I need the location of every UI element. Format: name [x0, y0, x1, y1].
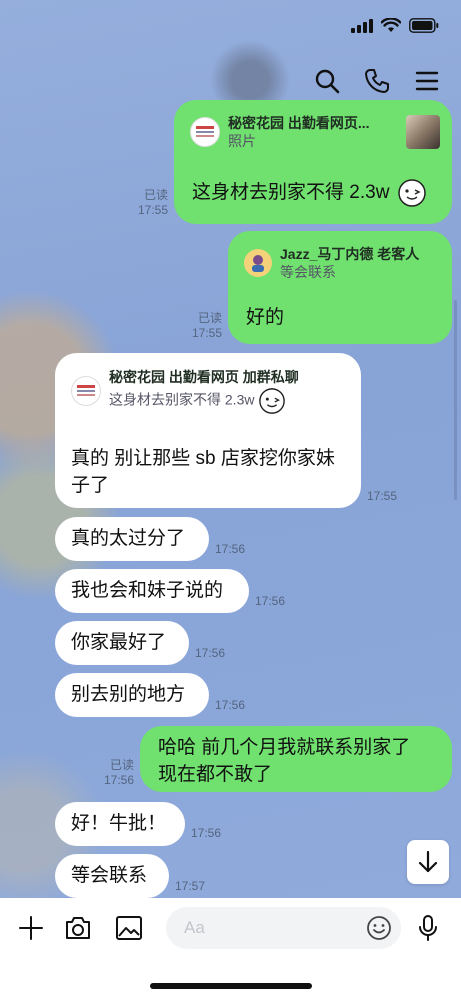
message-meta: 已读 17:55 — [128, 188, 168, 218]
message-time: 17:55 — [137, 203, 168, 217]
message-bubble-received[interactable]: 真的太过分了 — [55, 517, 209, 561]
quote-text: 等会联系 — [280, 264, 336, 280]
message-time: 17:55 — [367, 489, 398, 503]
home-indicator — [150, 983, 312, 989]
add-button[interactable] — [15, 912, 47, 944]
message-text: 好的 — [246, 307, 285, 328]
search-icon — [315, 69, 340, 94]
message-text-line: 真的 别让那些 sb 店家挖你家妹 — [71, 448, 335, 469]
wifi-icon — [381, 18, 401, 32]
photo-thumbnail[interactable] — [406, 115, 440, 149]
read-receipt: 已读 — [109, 758, 134, 772]
message-text: 我也会和妹子说的 — [71, 580, 224, 601]
avatar-icon — [252, 255, 264, 272]
message-text: 这身材去别家不得 2.3w — [192, 182, 390, 204]
quote-text: 照片 — [228, 133, 256, 149]
message-meta: 已读 17:56 — [94, 758, 134, 788]
message-time: 17:56 — [195, 646, 226, 660]
status-icons — [351, 18, 439, 33]
gallery-button[interactable] — [113, 912, 145, 944]
status-bar — [0, 0, 461, 56]
message-time: 17:56 — [255, 594, 286, 608]
menu-icon — [415, 71, 439, 91]
quote-text: 这身材去别家不得 2.3w — [109, 391, 255, 408]
emoji-icon — [367, 916, 391, 940]
message-time: 17:56 — [191, 826, 222, 840]
emoji-button[interactable] — [363, 912, 395, 944]
message-text: 别去别的地方 — [71, 684, 186, 705]
message-bubble-received[interactable]: 等会联系 — [55, 854, 169, 898]
emoji-sticker-icon — [259, 388, 286, 414]
read-receipt: 已读 — [143, 188, 168, 202]
message-bubble-sent[interactable]: 哈哈 前几个月我就联系别家了 现在都不敢了 — [140, 726, 452, 792]
reply-quote[interactable]: 秘密花园 出勤看网页... 照片 — [190, 114, 440, 150]
thumbnail-icon — [77, 385, 95, 396]
reply-quote[interactable]: 秘密花园 出勤看网页 加群私聊 这身材去别家不得 2.3w — [71, 367, 351, 415]
message-bubble-received[interactable]: 别去别的地方 — [55, 673, 209, 717]
reply-quote[interactable]: Jazz_马丁内德 老客人 等会联系 — [244, 245, 444, 281]
message-text-line: 现在都不敢了 — [158, 764, 273, 785]
message-bubble-received[interactable]: 我也会和妹子说的 — [55, 569, 249, 613]
message-text: 真的太过分了 — [71, 528, 186, 549]
message-text: 你家最好了 — [71, 632, 167, 653]
call-button[interactable] — [362, 66, 392, 96]
message-time: 17:56 — [215, 542, 246, 556]
message-text: 等会联系 — [71, 865, 148, 886]
quote-sender-name: Jazz_马丁内德 老客人 — [280, 246, 420, 262]
camera-icon — [66, 917, 90, 939]
avatar — [71, 376, 101, 406]
avatar — [244, 249, 272, 277]
message-time: 17:57 — [175, 879, 206, 893]
message-text-line: 子了 — [71, 475, 110, 496]
quote-sender-name: 秘密花园 出勤看网页... — [228, 115, 370, 131]
plus-icon — [19, 916, 43, 940]
scroll-to-bottom-button[interactable] — [407, 840, 449, 884]
message-time: 17:55 — [191, 326, 222, 340]
camera-button[interactable] — [62, 912, 94, 944]
menu-button[interactable] — [412, 66, 442, 96]
image-icon — [116, 916, 142, 940]
quote-sender-name: 秘密花园 出勤看网页 加群私聊 — [109, 369, 299, 385]
message-bubble-received[interactable]: 秘密花园 出勤看网页 加群私聊 这身材去别家不得 2.3w 真的 别让那些 sb… — [55, 353, 361, 508]
message-bubble-received[interactable]: 好！牛批！ — [55, 802, 185, 846]
signal-icon — [351, 18, 373, 33]
message-text: 好！牛批！ — [71, 813, 167, 834]
message-meta: 已读 17:55 — [182, 311, 222, 341]
scrollbar[interactable] — [454, 300, 457, 500]
message-time: 17:56 — [215, 698, 246, 712]
read-receipt: 已读 — [197, 311, 222, 325]
thumbnail-icon — [196, 126, 214, 137]
avatar — [190, 117, 220, 147]
search-button[interactable] — [312, 66, 342, 96]
message-bubble-sent[interactable]: 秘密花园 出勤看网页... 照片 这身材去别家不得 2.3w — [174, 100, 452, 224]
microphone-icon — [419, 915, 437, 941]
message-time: 17:56 — [103, 773, 134, 787]
battery-icon — [409, 18, 439, 33]
message-bubble-sent[interactable]: Jazz_马丁内德 老客人 等会联系 好的 — [228, 231, 452, 344]
arrow-down-icon — [418, 850, 438, 873]
message-text-line: 哈哈 前几个月我就联系别家了 — [158, 737, 411, 758]
phone-icon — [365, 69, 389, 93]
message-bubble-received[interactable]: 你家最好了 — [55, 621, 189, 665]
emoji-sticker-icon — [397, 179, 426, 207]
voice-button[interactable] — [412, 912, 444, 944]
